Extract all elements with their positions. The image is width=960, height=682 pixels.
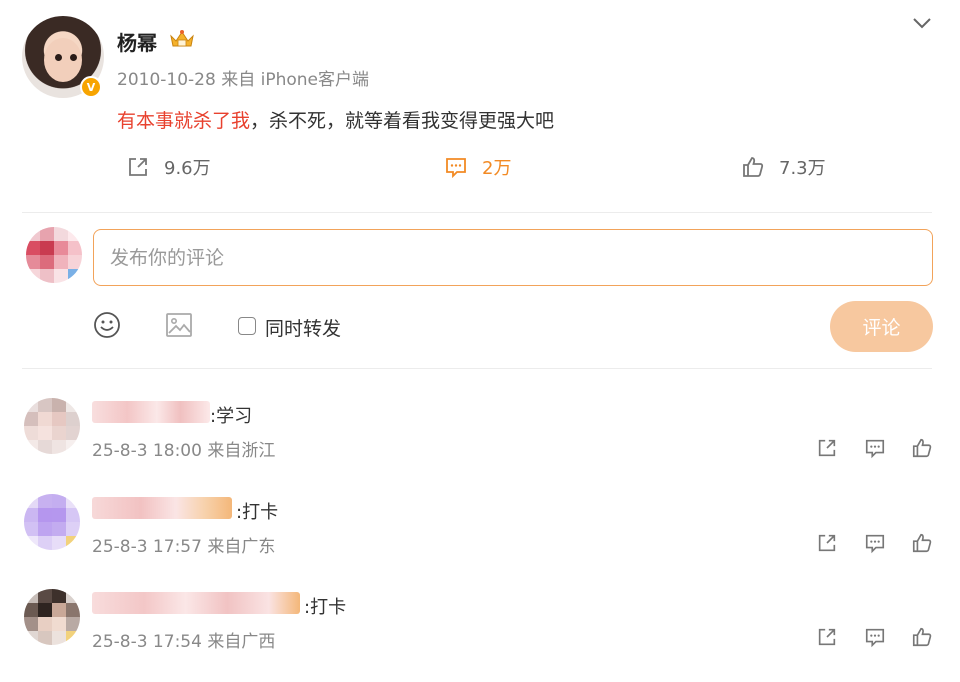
avatar-eye (70, 54, 77, 61)
repost-count: 9.6万 (164, 158, 211, 179)
comment-text: :学习 (210, 406, 253, 427)
like-icon[interactable] (911, 532, 933, 554)
like-count: 7.3万 (779, 158, 826, 179)
chevron-down-icon[interactable] (912, 16, 932, 30)
divider (22, 368, 932, 369)
comment-icon[interactable] (864, 532, 886, 554)
sync-repost-checkbox[interactable] (238, 317, 256, 335)
comment-text: :打卡 (236, 502, 279, 523)
post-text-highlight[interactable]: 有本事就杀了我 (117, 110, 250, 132)
comment-icon[interactable] (864, 626, 886, 648)
crown-icon[interactable] (168, 28, 196, 50)
image-icon[interactable] (165, 311, 193, 339)
like-icon[interactable] (911, 437, 933, 459)
post-text-body: ，杀不死，就等着看我变得更强大吧 (250, 110, 555, 132)
post-text: 有本事就杀了我，杀不死，就等着看我变得更强大吧 (117, 106, 554, 133)
comment-meta: 25-8-3 18:00 来自浙江 (92, 441, 276, 461)
repost-icon[interactable] (816, 437, 838, 459)
emoji-icon[interactable] (93, 311, 121, 339)
commenter-name-blurred[interactable] (92, 497, 232, 519)
my-avatar[interactable] (26, 227, 82, 283)
post-meta: 2010-10-28 来自 iPhone客户端 (117, 70, 369, 90)
avatar-eye (55, 54, 62, 61)
author-name[interactable]: 杨幂 (117, 27, 157, 56)
commenter-name-blurred[interactable] (92, 401, 210, 423)
avatar-face (44, 38, 82, 82)
comment-count: 2万 (482, 158, 512, 179)
sync-repost-label[interactable]: 同时转发 (265, 314, 341, 341)
comment-input[interactable] (93, 229, 933, 286)
like-button[interactable]: 7.3万 (741, 154, 826, 180)
comment-button[interactable]: 2万 (444, 154, 511, 180)
comment-meta: 25-8-3 17:54 来自广西 (92, 632, 276, 652)
comment-text: :打卡 (304, 597, 347, 618)
repost-button[interactable]: 9.6万 (126, 154, 211, 180)
verified-icon: V (80, 76, 102, 98)
submit-comment-button[interactable]: 评论 (830, 301, 933, 352)
repost-icon[interactable] (816, 626, 838, 648)
commenter-avatar[interactable] (24, 589, 80, 645)
commenter-avatar[interactable] (24, 398, 80, 454)
repost-icon (129, 158, 147, 176)
repost-icon[interactable] (816, 532, 838, 554)
comment-icon[interactable] (864, 437, 886, 459)
commenter-name-blurred[interactable] (92, 592, 300, 614)
commenter-avatar[interactable] (24, 494, 80, 550)
comment-meta: 25-8-3 17:57 来自广东 (92, 537, 276, 557)
like-icon[interactable] (911, 626, 933, 648)
like-icon (743, 157, 764, 177)
comment-icon (446, 158, 466, 179)
divider (22, 212, 932, 213)
